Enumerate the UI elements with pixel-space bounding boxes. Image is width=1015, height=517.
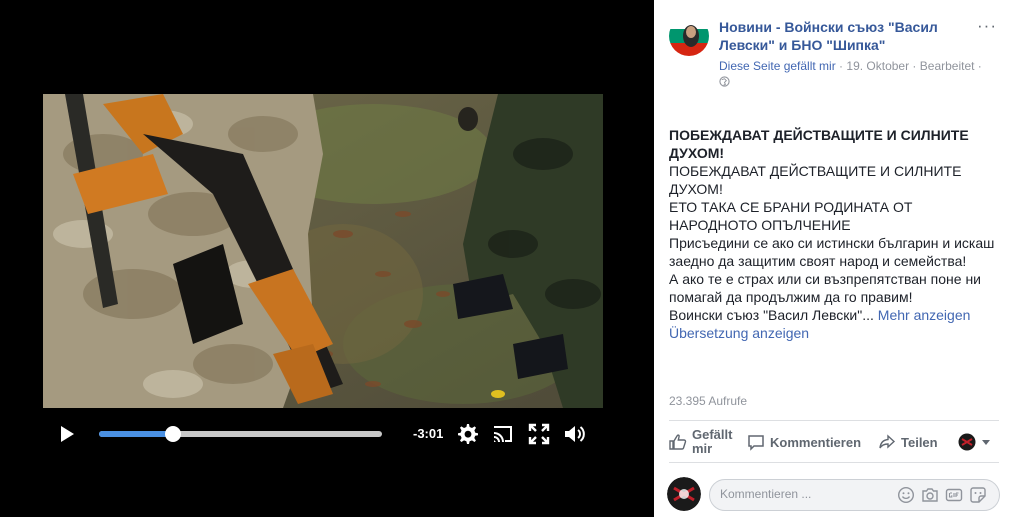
video-controls: -3:01 [43,408,603,460]
share-button[interactable]: Teilen [878,424,938,460]
see-translation-link[interactable]: Übersetzung anzeigen [669,324,999,342]
page-voice-avatar-icon [958,433,976,451]
post-panel: Новини - Войнски съюз "Васил Левски" и Б… [654,0,1015,517]
emoji-icon[interactable] [897,486,915,504]
seek-bar[interactable] [99,426,382,442]
page-voice-selector[interactable] [958,424,996,460]
post-text: ПОБЕЖДАВАТ ДЕЙСТВАЩИТЕ И СИЛНИТЕ ДУХОМ! … [669,126,999,342]
post-meta: Diese Seite gefällt mir · 19. Oktober · … [719,59,999,90]
page-name-link[interactable]: Новини - Войнски съюз "Васил Левски" и Б… [719,18,974,54]
page-liked-link[interactable]: Diese Seite gefällt mir [719,59,836,73]
comment-icon [748,435,764,451]
sticker-icon[interactable] [969,486,987,504]
globe-icon[interactable] [719,76,730,87]
chevron-down-icon [982,440,990,445]
like-button[interactable]: Gefällt mir [669,424,742,460]
play-icon [61,426,74,442]
view-count: 23.395 Aufrufe [669,394,748,408]
see-more-link[interactable]: Mehr anzeigen [878,307,971,323]
thumbs-up-icon [669,434,687,450]
video-frame[interactable] [43,94,603,408]
camera-icon[interactable] [921,486,939,504]
comment-input[interactable] [720,487,890,501]
time-remaining: -3:01 [413,426,444,441]
page-avatar[interactable] [669,16,709,56]
video-stage: -3:01 [0,0,654,517]
comment-composer [709,479,1000,511]
seek-handle[interactable] [164,426,181,442]
divider [669,462,999,463]
settings-gear-icon[interactable] [455,422,479,446]
share-icon [879,434,896,449]
video-still [43,94,603,408]
commenter-avatar [667,477,701,511]
seek-progress [99,431,173,437]
post-date[interactable]: 19. Oktober [846,59,909,73]
post-headline: ПОБЕЖДАВАТ ДЕЙСТВАЩИТЕ И СИЛНИТЕ ДУХОМ! [669,127,969,161]
fullscreen-icon[interactable] [527,422,551,446]
divider [669,420,999,421]
gif-icon[interactable] [945,486,963,504]
post-actions: Gefällt mir Kommentieren Teilen [669,424,999,460]
volume-icon[interactable] [563,422,587,446]
cast-icon[interactable] [491,422,515,446]
play-button[interactable] [57,424,77,444]
comment-button[interactable]: Kommentieren [747,424,861,460]
edited-label[interactable]: Bearbeitet [920,59,975,73]
more-options-icon[interactable]: ··· [977,16,997,36]
